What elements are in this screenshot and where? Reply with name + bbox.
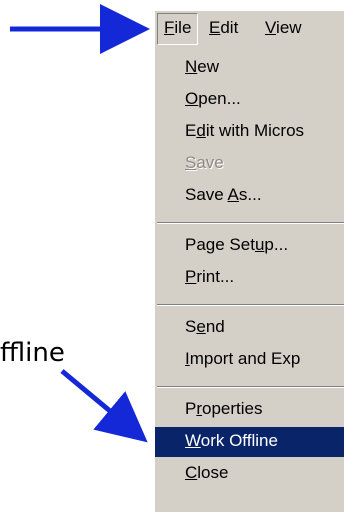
annotation-arrows bbox=[10, 4, 150, 443]
arrow-to-work-offline-icon bbox=[60, 369, 148, 443]
